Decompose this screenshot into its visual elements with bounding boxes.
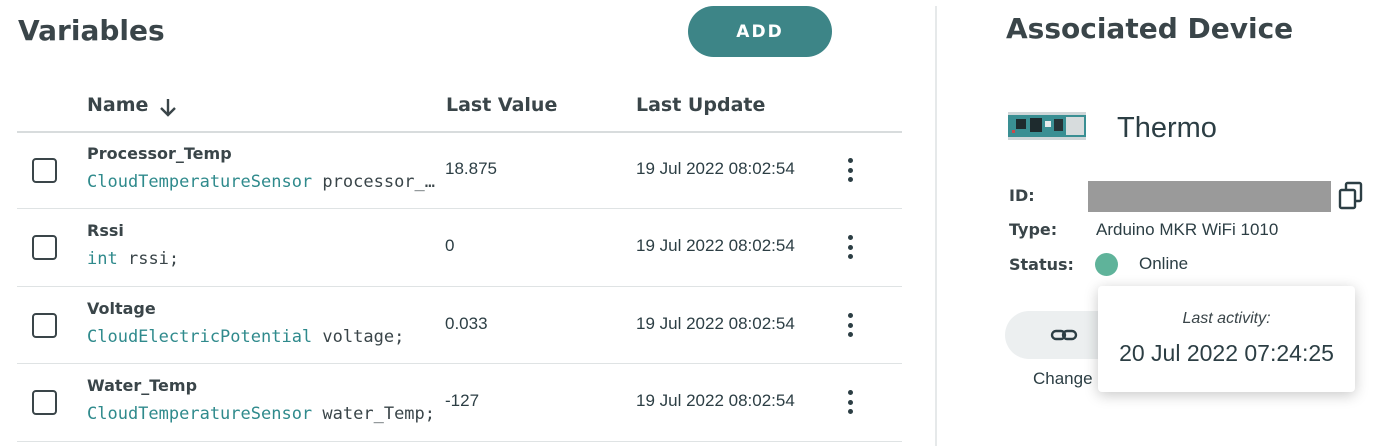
variable-type: CloudTemperatureSensor bbox=[87, 404, 313, 424]
last-activity-tooltip: Last activity: 20 Jul 2022 07:24:25 bbox=[1098, 286, 1355, 392]
link-icon[interactable] bbox=[1050, 326, 1078, 344]
row-checkbox[interactable] bbox=[32, 158, 57, 183]
variable-last-update: 19 Jul 2022 08:02:54 bbox=[636, 391, 795, 410]
board-image bbox=[1008, 112, 1086, 140]
column-header-last-update[interactable]: Last Update bbox=[636, 94, 765, 116]
row-checkbox[interactable] bbox=[32, 235, 57, 260]
variable-last-update: 19 Jul 2022 08:02:54 bbox=[636, 159, 795, 178]
device-status-label: Status: bbox=[1009, 255, 1074, 274]
variable-last-value: 18.875 bbox=[445, 159, 497, 178]
row-menu-icon[interactable] bbox=[841, 157, 859, 183]
column-header-last-value[interactable]: Last Value bbox=[446, 94, 557, 116]
device-type-value: Arduino MKR WiFi 1010 bbox=[1096, 220, 1279, 239]
tooltip-value: 20 Jul 2022 07:24:25 bbox=[1119, 340, 1334, 366]
variable-declaration: CloudElectricPotential voltage; bbox=[87, 327, 445, 347]
copy-icon[interactable] bbox=[1337, 181, 1367, 211]
variable-type: int bbox=[87, 249, 118, 269]
variable-last-value: -127 bbox=[445, 391, 480, 410]
tooltip-label: Last activity: bbox=[1182, 310, 1271, 327]
sort-arrow-down-icon[interactable] bbox=[158, 96, 178, 118]
variable-identifier: rssi; bbox=[127, 249, 180, 269]
row-checkbox[interactable] bbox=[32, 390, 57, 415]
table-row[interactable]: Water_Temp CloudTemperatureSensor water_… bbox=[17, 364, 902, 440]
row-divider bbox=[17, 441, 902, 442]
device-status-value: Online bbox=[1139, 254, 1189, 273]
change-device-label[interactable]: Change bbox=[1033, 369, 1093, 389]
column-header-name[interactable]: Name bbox=[87, 94, 148, 116]
variable-identifier: water_Temp; bbox=[322, 404, 436, 424]
variable-identifier: voltage; bbox=[322, 327, 405, 347]
variable-last-update: 19 Jul 2022 08:02:54 bbox=[636, 236, 795, 255]
variable-name: Rssi bbox=[87, 221, 124, 240]
table-row[interactable]: Processor_Temp CloudTemperatureSensor pr… bbox=[17, 132, 902, 208]
variable-declaration: CloudTemperatureSensor water_Temp; bbox=[87, 404, 445, 424]
associated-device-title: Associated Device bbox=[1006, 12, 1294, 45]
section-divider bbox=[935, 6, 937, 446]
variable-name: Water_Temp bbox=[87, 376, 198, 395]
variable-type: CloudTemperatureSensor bbox=[87, 172, 313, 192]
row-menu-icon[interactable] bbox=[841, 389, 859, 415]
variable-declaration: CloudTemperatureSensor processor_Temp; bbox=[87, 172, 445, 192]
device-id-label: ID: bbox=[1009, 186, 1035, 205]
status-indicator-dot bbox=[1095, 253, 1118, 276]
variable-identifier: processor_Temp; bbox=[322, 172, 445, 192]
variable-name: Processor_Temp bbox=[87, 144, 232, 163]
device-id-value-redacted bbox=[1088, 181, 1331, 212]
device-name: Thermo bbox=[1117, 112, 1217, 144]
variable-name: Voltage bbox=[87, 299, 156, 318]
variable-last-update: 19 Jul 2022 08:02:54 bbox=[636, 314, 795, 333]
row-menu-icon[interactable] bbox=[841, 234, 859, 260]
variables-title: Variables bbox=[18, 14, 165, 47]
table-row[interactable]: Voltage CloudElectricPotential voltage; … bbox=[17, 287, 902, 363]
row-checkbox[interactable] bbox=[32, 313, 57, 338]
variable-last-value: 0 bbox=[445, 236, 455, 255]
table-row[interactable]: Rssi int rssi; 0 19 Jul 2022 08:02:54 bbox=[17, 209, 902, 285]
row-menu-icon[interactable] bbox=[841, 312, 859, 338]
variable-declaration: int rssi; bbox=[87, 249, 445, 269]
variable-type: CloudElectricPotential bbox=[87, 327, 313, 347]
device-type-label: Type: bbox=[1009, 220, 1058, 239]
add-variable-button[interactable]: ADD bbox=[688, 6, 832, 57]
variable-last-value: 0.033 bbox=[445, 314, 488, 333]
